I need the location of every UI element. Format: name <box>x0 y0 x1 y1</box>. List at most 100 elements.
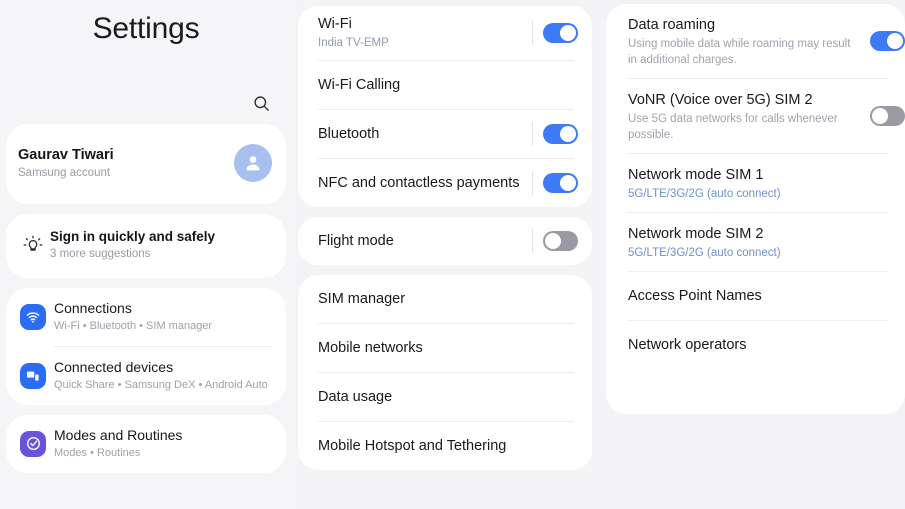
row-label: Mobile networks <box>318 339 423 356</box>
sidebar-group-modes: Modes and Routines Modes • Routines <box>6 415 286 473</box>
row-sim-manager-text: SIM manager <box>318 281 592 318</box>
row-wifi-calling[interactable]: Wi-Fi Calling <box>298 61 592 109</box>
row-label: Network mode SIM 2 <box>628 226 764 242</box>
row-bluetooth[interactable]: Bluetooth <box>298 110 592 158</box>
wireless-group-card: Wi-Fi India TV-EMP Wi-Fi Calling Bluetoo… <box>298 6 592 207</box>
mobile-networks-card: Data roaming Using mobile data while roa… <box>606 4 905 414</box>
account-subtitle: Samsung account <box>18 166 111 179</box>
connections-detail-column: Wi-Fi India TV-EMP Wi-Fi Calling Bluetoo… <box>292 0 600 509</box>
row-sublabel: Use 5G data networks for calls whenever … <box>628 113 838 141</box>
row-access-point-names-text: Access Point Names <box>628 275 905 317</box>
sidebar-item-sublabel: Modes • Routines <box>54 447 141 459</box>
toggle-knob <box>560 126 576 142</box>
row-label: Bluetooth <box>318 125 380 142</box>
connections-icon-wrap <box>16 303 50 330</box>
modes-icon-wrap <box>16 430 50 457</box>
row-vonr-sim2-text: VoNR (Voice over 5G) SIM 2 Use 5G data n… <box>628 79 860 153</box>
row-data-roaming-text: Data roaming Using mobile data while roa… <box>628 4 860 78</box>
row-label: Wi-Fi <box>318 16 352 32</box>
suggestion-icon-wrap <box>16 234 50 256</box>
sidebar-item-label: Connections <box>54 300 132 316</box>
account-card[interactable]: Gaurav Tiwari Samsung account <box>6 124 286 204</box>
sidebar-item-modes-and-routines[interactable]: Modes and Routines Modes • Routines <box>6 415 286 473</box>
toggle-knob <box>872 108 888 124</box>
row-flight-mode[interactable]: Flight mode <box>298 217 592 265</box>
sidebar-item-label: Connected devices <box>54 359 174 375</box>
card-bottom-spacer <box>606 369 905 387</box>
connections-icon-tile <box>20 303 46 330</box>
suggestion-text: Sign in quickly and safely 3 more sugges… <box>50 227 272 263</box>
account-row[interactable]: Gaurav Tiwari Samsung account <box>6 124 286 204</box>
avatar[interactable] <box>234 144 272 182</box>
toggle-knob <box>887 33 903 49</box>
page-title: Settings <box>92 12 200 45</box>
row-sublabel: Using mobile data while roaming may resu… <box>628 38 851 66</box>
row-network-mode-sim2-text: Network mode SIM 2 5G/LTE/3G/2G (auto co… <box>628 213 905 271</box>
row-label: Access Point Names <box>628 288 762 304</box>
modes-icon-tile <box>20 430 46 457</box>
suggestion-subtitle: 3 more suggestions <box>50 248 151 260</box>
toggle-separator <box>532 122 533 146</box>
suggestion-title: Sign in quickly and safely <box>50 229 216 244</box>
sidebar-item-connections[interactable]: Connections Wi-Fi • Bluetooth • SIM mana… <box>6 288 286 346</box>
sidebar-item-connected-devices[interactable]: Connected devices Quick Share • Samsung … <box>6 347 286 405</box>
row-label: VoNR (Voice over 5G) SIM 2 <box>628 92 813 108</box>
row-mobile-networks[interactable]: Mobile networks <box>298 324 592 372</box>
row-label: Data usage <box>318 388 393 405</box>
row-network-mode-sim1-text: Network mode SIM 1 5G/LTE/3G/2G (auto co… <box>628 154 905 212</box>
check-circle-icon <box>26 437 40 450</box>
suggestion-card[interactable]: Sign in quickly and safely 3 more sugges… <box>6 214 286 278</box>
flight-mode-card: Flight mode <box>298 217 592 265</box>
row-sublabel: 5G/LTE/3G/2G (auto connect) <box>628 188 781 200</box>
search-row <box>0 50 292 124</box>
row-nfc[interactable]: NFC and contactless payments <box>298 159 592 207</box>
row-access-point-names[interactable]: Access Point Names <box>606 272 905 320</box>
bluetooth-toggle[interactable] <box>543 124 578 144</box>
row-bluetooth-text: Bluetooth <box>318 116 520 153</box>
row-hotspot-tethering-text: Mobile Hotspot and Tethering <box>318 428 592 465</box>
mobile-group-card: SIM manager Mobile networks Data usage M… <box>298 275 592 470</box>
row-flight-mode-toggle-wrap <box>520 229 592 253</box>
lightbulb-icon <box>23 235 43 251</box>
sidebar-item-sublabel: Quick Share • Samsung DeX • Android Auto <box>54 379 268 391</box>
row-wifi-text: Wi-Fi India TV-EMP <box>318 6 520 60</box>
sidebar-group-connections: Connections Wi-Fi • Bluetooth • SIM mana… <box>6 288 286 405</box>
settings-app-window: Settings Gaurav Tiwari Samsung account S… <box>0 0 905 509</box>
row-label: SIM manager <box>318 290 406 307</box>
row-data-roaming[interactable]: Data roaming Using mobile data while roa… <box>606 4 905 78</box>
row-label: Mobile Hotspot and Tethering <box>318 437 507 454</box>
connected-devices-icon-tile <box>20 362 46 389</box>
row-network-mode-sim2[interactable]: Network mode SIM 2 5G/LTE/3G/2G (auto co… <box>606 213 905 271</box>
mobile-networks-detail-column: Data roaming Using mobile data while roa… <box>600 0 905 509</box>
flight-mode-toggle[interactable] <box>543 231 578 251</box>
vonr-sim2-toggle[interactable] <box>870 106 905 126</box>
wifi-toggle[interactable] <box>543 23 578 43</box>
row-network-mode-sim1[interactable]: Network mode SIM 1 5G/LTE/3G/2G (auto co… <box>606 154 905 212</box>
row-label: Wi-Fi Calling <box>318 76 401 93</box>
row-bluetooth-toggle-wrap <box>520 122 592 146</box>
toggle-separator <box>532 21 533 45</box>
toggle-separator <box>532 171 533 195</box>
row-sublabel: 5G/LTE/3G/2G (auto connect) <box>628 247 781 259</box>
sidebar-item-sublabel: Wi-Fi • Bluetooth • SIM manager <box>54 320 213 332</box>
row-nfc-toggle-wrap <box>520 171 592 195</box>
person-icon <box>246 156 260 171</box>
modes-text: Modes and Routines Modes • Routines <box>54 425 272 462</box>
search-button[interactable] <box>246 88 276 118</box>
toggle-separator <box>532 229 533 253</box>
row-nfc-text: NFC and contactless payments <box>318 165 520 202</box>
nfc-toggle[interactable] <box>543 173 578 193</box>
row-wifi[interactable]: Wi-Fi India TV-EMP <box>298 6 592 60</box>
row-hotspot-tethering[interactable]: Mobile Hotspot and Tethering <box>298 422 592 470</box>
suggestion-row[interactable]: Sign in quickly and safely 3 more sugges… <box>6 214 286 278</box>
row-network-operators[interactable]: Network operators <box>606 321 905 369</box>
connections-text: Connections Wi-Fi • Bluetooth • SIM mana… <box>54 298 272 335</box>
toggle-knob <box>560 175 576 191</box>
sidebar-item-label: Modes and Routines <box>54 427 183 443</box>
data-roaming-toggle[interactable] <box>870 31 905 51</box>
row-data-usage[interactable]: Data usage <box>298 373 592 421</box>
account-text: Gaurav Tiwari Samsung account <box>18 145 234 182</box>
row-mobile-networks-text: Mobile networks <box>318 330 592 367</box>
row-vonr-sim2[interactable]: VoNR (Voice over 5G) SIM 2 Use 5G data n… <box>606 79 905 153</box>
row-sim-manager[interactable]: SIM manager <box>298 275 592 323</box>
